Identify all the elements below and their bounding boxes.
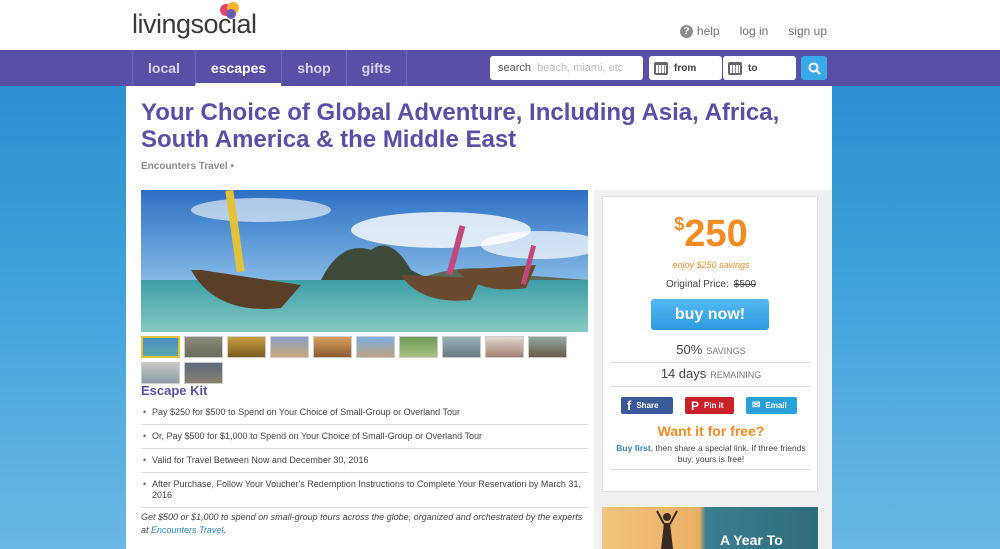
thumbnail[interactable] (442, 336, 481, 358)
thumbnail[interactable] (270, 336, 309, 358)
search-placeholder: beach, miami, etc (537, 62, 624, 74)
deal-description: Get $500 or $1,000 to spend on small-gro… (141, 512, 583, 535)
help-link[interactable]: ? help (679, 24, 720, 38)
tab-shop[interactable]: shop (281, 50, 345, 86)
buy-first-link[interactable]: Buy first (616, 443, 650, 453)
thumbnail-strip (141, 336, 588, 384)
share-buttons: f Share P Pin it ✉ Email (621, 397, 797, 414)
merchant-link[interactable]: Encounters Travel (151, 525, 223, 535)
from-date-field[interactable]: from (649, 56, 722, 80)
thumbnail[interactable] (141, 336, 180, 358)
thumbnail[interactable] (227, 336, 266, 358)
savings-note: enjoy $250 savings (672, 260, 750, 270)
buy-box: $250 enjoy $250 savings Original Price: $… (602, 196, 818, 492)
from-label: from (674, 62, 697, 74)
savings-stat: 50% SAVINGS (611, 342, 811, 363)
deal-price: $250 (674, 213, 748, 255)
deal-content: Your Choice of Global Adventure, Includi… (126, 86, 832, 549)
thumbnail[interactable] (141, 362, 180, 384)
email-share-button[interactable]: ✉ Email (746, 397, 797, 414)
original-price: Original Price: $500 (665, 279, 757, 290)
tab-escapes[interactable]: escapes (194, 50, 282, 86)
list-item: Pay $250 for $500 to Spend on Your Choic… (141, 401, 588, 425)
hero-image[interactable] (141, 190, 588, 332)
thumbnail[interactable] (528, 336, 567, 358)
merchant-name[interactable]: Encounters Travel • (141, 161, 234, 172)
yoga-figure-icon (656, 510, 678, 549)
signup-link[interactable]: sign up (788, 24, 827, 38)
thumbnail[interactable] (313, 336, 352, 358)
list-item: After Purchase, Follow Your Voucher's Re… (141, 473, 588, 508)
free-offer-text: Buy first, then share a special link. If… (616, 443, 806, 464)
tab-local[interactable]: local (132, 50, 195, 86)
thumbnail[interactable] (184, 362, 223, 384)
escape-kit-list: Pay $250 for $500 to Spend on Your Choic… (141, 401, 588, 508)
purchase-sidebar: $250 enjoy $250 savings Original Price: $… (594, 190, 832, 549)
search-icon (808, 62, 821, 75)
search-input[interactable]: search beach, miami, etc (490, 56, 643, 80)
promo-banner[interactable]: A Year To (602, 507, 818, 549)
pinterest-button[interactable]: P Pin it (685, 397, 734, 414)
days-remaining-stat: 14 days REMAINING (611, 366, 811, 387)
thumbnail[interactable] (184, 336, 223, 358)
envelope-icon: ✉ (752, 400, 761, 411)
want-free-heading: Want it for free? (657, 423, 765, 439)
facebook-icon: f (627, 398, 632, 413)
facebook-share-button[interactable]: f Share (621, 397, 673, 414)
top-header: livingsocial ? help log in sign up (0, 0, 1000, 50)
buy-now-button[interactable]: buy now! (651, 299, 769, 330)
list-item: Or, Pay $500 for $1,000 to Spend on Your… (141, 425, 588, 449)
logo-bubbles-icon (220, 2, 239, 19)
account-links: ? help log in sign up (679, 24, 827, 38)
calendar-icon (654, 61, 668, 75)
list-item: Valid for Travel Between Now and Decembe… (141, 449, 588, 473)
to-label: to (748, 62, 758, 74)
search-button[interactable] (801, 56, 827, 80)
tab-gifts[interactable]: gifts (345, 50, 408, 86)
login-link[interactable]: log in (740, 24, 769, 38)
nav-tabs: local escapes shop gifts (132, 50, 408, 86)
promo-text: A Year To (720, 532, 783, 548)
pinterest-icon: P (691, 398, 700, 413)
calendar-icon (728, 61, 742, 75)
deal-title: Your Choice of Global Adventure, Includi… (141, 99, 780, 153)
divider (611, 469, 811, 470)
main-nav: local escapes shop gifts search beach, m… (0, 50, 1000, 86)
to-date-field[interactable]: to (723, 56, 796, 80)
search-label: search (498, 62, 532, 74)
thumbnail[interactable] (399, 336, 438, 358)
escape-kit-heading: Escape Kit (141, 383, 208, 398)
thumbnail[interactable] (485, 336, 524, 358)
help-icon: ? (679, 24, 693, 38)
thumbnail[interactable] (356, 336, 395, 358)
